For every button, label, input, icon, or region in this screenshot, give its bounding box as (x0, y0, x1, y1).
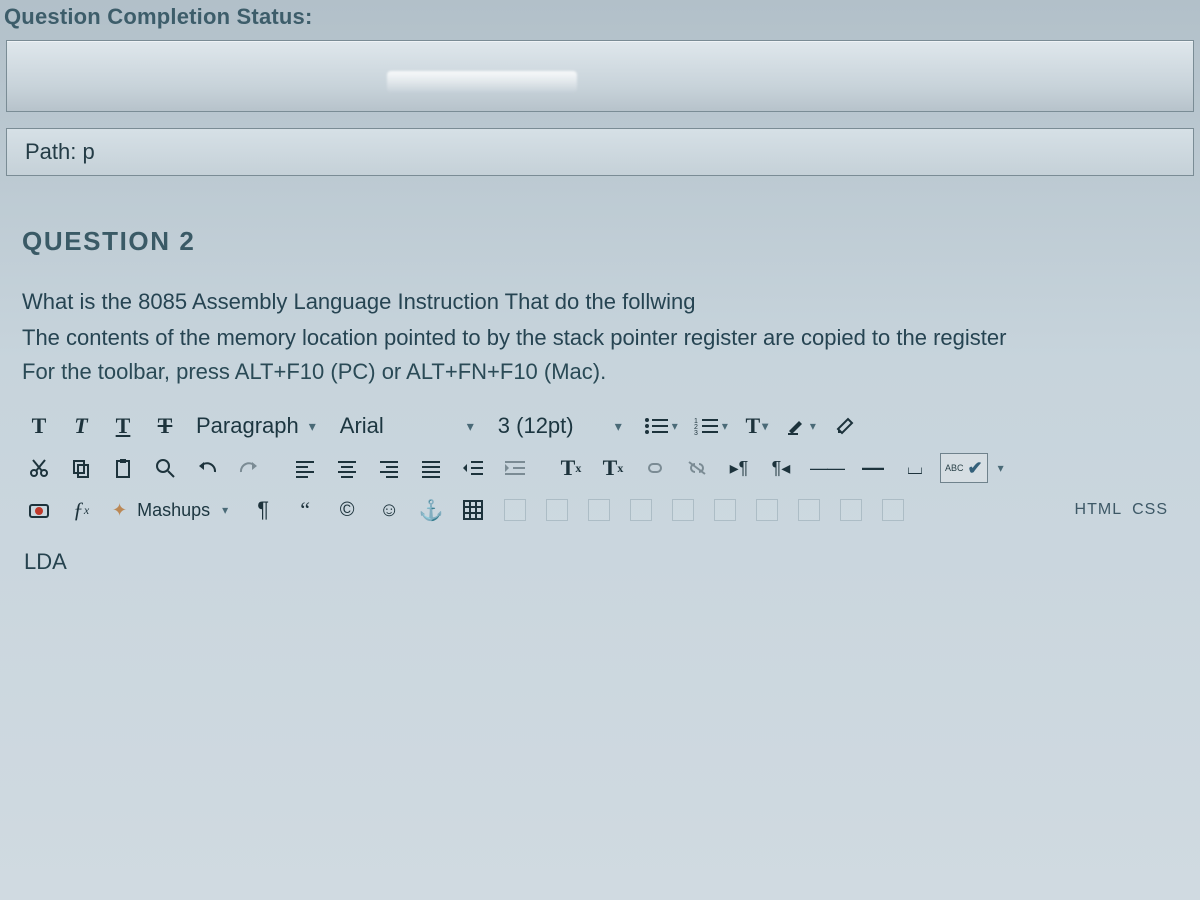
emoticon-button[interactable]: ☺ (372, 493, 406, 527)
svg-text:3: 3 (694, 430, 698, 436)
hr-thick-button[interactable]: — (856, 451, 890, 485)
check-icon: ✔ (968, 458, 983, 479)
toolbar-row-3: ƒx ✦ Mashups ▾ ¶ “ © ☺ ⚓ (22, 489, 1168, 531)
anchor-button[interactable]: ⚓ (414, 493, 448, 527)
delete-row-button[interactable] (666, 493, 700, 527)
chevron-down-icon: ▾ (762, 419, 768, 434)
insert-col-left-button[interactable] (708, 493, 742, 527)
highlight-color-button[interactable]: ▾ (782, 409, 820, 443)
toolbar-hint: For the toolbar, press ALT+F10 (PC) or A… (22, 359, 1168, 385)
indent-button[interactable] (498, 451, 532, 485)
subscript-button[interactable]: Tx (596, 451, 630, 485)
show-nonprinting-button[interactable]: ¶ (246, 493, 280, 527)
undo-button[interactable] (190, 451, 224, 485)
chevron-down-icon: ▾ (467, 418, 474, 435)
underline-button[interactable]: T (106, 409, 140, 443)
insert-table-button[interactable] (456, 493, 490, 527)
block-format-dropdown[interactable]: Paragraph ▾ (190, 409, 326, 443)
align-center-button[interactable] (330, 451, 364, 485)
remove-link-button[interactable] (680, 451, 714, 485)
font-size-value: 3 (12pt) (498, 413, 574, 439)
mashups-dropdown[interactable]: ✦ Mashups ▾ (106, 493, 238, 527)
strikethrough-button[interactable]: T (148, 409, 182, 443)
font-family-value: Arial (340, 413, 384, 439)
split-cells-button[interactable] (876, 493, 910, 527)
symbol-copyright-button[interactable]: © (330, 493, 364, 527)
spellcheck-abc-label: ABC (945, 463, 964, 473)
css-view-button[interactable]: CSS (1132, 501, 1168, 519)
answer-textarea-placeholder[interactable] (6, 40, 1194, 112)
table-row-props-button[interactable] (498, 493, 532, 527)
record-media-button[interactable] (22, 493, 56, 527)
insert-col-right-button[interactable] (750, 493, 784, 527)
html-view-button[interactable]: HTML (1075, 501, 1123, 519)
screen-glare (387, 71, 577, 93)
chevron-down-icon: ▾ (722, 419, 728, 433)
insert-row-below-button[interactable] (624, 493, 658, 527)
editor-path-display: Path: p (6, 128, 1194, 176)
chevron-down-icon: ▾ (615, 418, 622, 435)
chevron-down-icon: ▾ (222, 503, 228, 517)
font-family-dropdown[interactable]: Arial ▾ (334, 409, 484, 443)
chevron-down-icon: ▾ (810, 419, 816, 433)
rich-text-editor[interactable]: LDA (22, 537, 1168, 737)
ltr-button[interactable]: ▸¶ (722, 451, 756, 485)
align-right-button[interactable] (372, 451, 406, 485)
rtl-button[interactable]: ¶◂ (764, 451, 798, 485)
table-cell-props-button[interactable] (540, 493, 574, 527)
question-prompt-line1: What is the 8085 Assembly Language Instr… (22, 285, 1168, 319)
path-text: Path: p (25, 139, 95, 164)
text-color-glyph: T (745, 413, 760, 439)
font-size-dropdown[interactable]: 3 (12pt) ▾ (492, 409, 632, 443)
question-number: QUESTION 2 (22, 226, 1168, 257)
align-left-button[interactable] (288, 451, 322, 485)
block-format-value: Paragraph (196, 413, 299, 439)
spellcheck-button[interactable]: ABC ✔ (940, 453, 988, 483)
redo-button[interactable] (232, 451, 266, 485)
toolbar-row-2: Tx Tx ▸¶ ¶◂ —— — ⌴ ABC ✔ ▾ (22, 447, 1168, 489)
mashups-label: Mashups (137, 500, 210, 521)
math-editor-button[interactable]: ƒx (64, 493, 98, 527)
bullet-list-button[interactable]: ▾ (640, 409, 682, 443)
question-block: QUESTION 2 What is the 8085 Assembly Lan… (0, 204, 1200, 743)
merge-cells-button[interactable] (834, 493, 868, 527)
insert-row-above-button[interactable] (582, 493, 616, 527)
editor-content: LDA (24, 549, 67, 574)
question-prompt-line2: The contents of the memory location poin… (22, 321, 1168, 355)
chevron-down-icon: ▾ (998, 461, 1004, 475)
clear-formatting-button[interactable] (828, 409, 862, 443)
toolbar-row-1: T T T T Paragraph ▾ Arial ▾ 3 (12pt) ▾ (22, 405, 1168, 447)
align-justify-button[interactable] (414, 451, 448, 485)
paste-button[interactable] (106, 451, 140, 485)
bold-button[interactable]: T (22, 409, 56, 443)
outdent-button[interactable] (456, 451, 490, 485)
rich-text-toolbar: T T T T Paragraph ▾ Arial ▾ 3 (12pt) ▾ (22, 399, 1168, 537)
number-list-button[interactable]: 1 2 3 ▾ (690, 409, 732, 443)
superscript-button[interactable]: Tx (554, 451, 588, 485)
chevron-down-icon: ▾ (672, 419, 678, 433)
hr-thin-button[interactable]: —— (806, 451, 848, 485)
blockquote-button[interactable]: “ (288, 493, 322, 527)
sparkle-icon: ✦ (112, 500, 127, 521)
italic-button[interactable]: T (64, 409, 98, 443)
chevron-down-icon: ▾ (309, 418, 316, 435)
delete-col-button[interactable] (792, 493, 826, 527)
page-root: Question Completion Status: Path: p QUES… (0, 0, 1200, 743)
nonbreaking-space-button[interactable]: ⌴ (898, 451, 932, 485)
cut-button[interactable] (22, 451, 56, 485)
find-replace-button[interactable] (148, 451, 182, 485)
copy-button[interactable] (64, 451, 98, 485)
completion-status-label: Question Completion Status: (0, 0, 1200, 40)
text-color-button[interactable]: T ▾ (740, 409, 774, 443)
insert-link-button[interactable] (638, 451, 672, 485)
